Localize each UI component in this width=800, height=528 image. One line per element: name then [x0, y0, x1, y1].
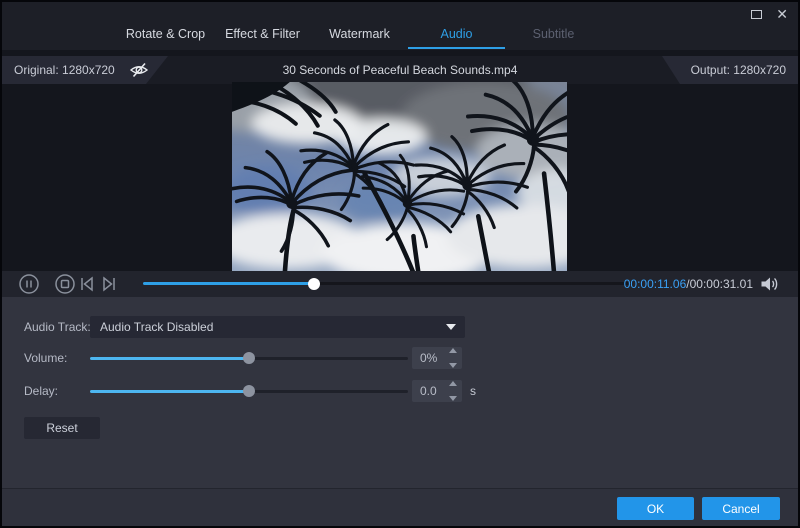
- reset-button[interactable]: Reset: [24, 417, 100, 439]
- output-resolution-panel: Output: 1280x720: [662, 56, 800, 84]
- close-icon[interactable]: ✕: [776, 7, 788, 21]
- player-bar: 00:00:11.06/00:00:31.01: [0, 271, 800, 297]
- cancel-button[interactable]: Cancel: [702, 497, 780, 520]
- delay-slider[interactable]: [90, 390, 408, 393]
- tab-watermark[interactable]: Watermark: [311, 27, 408, 49]
- title-bar: Rotate & Crop Effect & Filter Watermark …: [0, 0, 800, 50]
- spinner-down-icon[interactable]: [449, 363, 457, 368]
- tab-rotate-crop[interactable]: Rotate & Crop: [117, 27, 214, 49]
- tab-audio[interactable]: Audio: [408, 27, 505, 49]
- audio-settings-panel: Audio Track: Audio Track Disabled Volume…: [0, 297, 800, 488]
- window-controls: ✕: [751, 6, 788, 22]
- footer-bar: OK Cancel: [0, 489, 800, 528]
- previous-frame-icon[interactable]: [78, 273, 96, 295]
- delay-slider-thumb[interactable]: [243, 385, 255, 397]
- delay-spinner: [446, 381, 460, 401]
- volume-slider-thumb[interactable]: [243, 352, 255, 364]
- volume-label: Volume:: [24, 347, 67, 369]
- info-bar: 30 Seconds of Peaceful Beach Sounds.mp4 …: [0, 56, 800, 84]
- volume-spinner: [446, 348, 460, 368]
- volume-slider-fill: [90, 357, 249, 360]
- delay-slider-fill: [90, 390, 249, 393]
- spinner-up-icon[interactable]: [449, 381, 457, 386]
- playback-progress-thumb[interactable]: [308, 278, 320, 290]
- time-display: 00:00:11.06/00:00:31.01: [624, 271, 753, 297]
- audio-track-value: Audio Track Disabled: [90, 316, 465, 338]
- current-time: 00:00:11.06: [624, 277, 687, 291]
- original-resolution-label: Original: 1280x720: [14, 56, 115, 84]
- output-resolution-label: Output: 1280x720: [691, 56, 786, 84]
- tab-effect-filter[interactable]: Effect & Filter: [214, 27, 311, 49]
- next-frame-icon[interactable]: [100, 273, 118, 295]
- ok-button[interactable]: OK: [617, 497, 694, 520]
- tab-subtitle[interactable]: Subtitle: [505, 27, 602, 49]
- volume-spinbox: [412, 347, 462, 369]
- delay-label: Delay:: [24, 380, 58, 402]
- preview-zone: 30 Seconds of Peaceful Beach Sounds.mp4 …: [0, 50, 800, 271]
- video-preview: [232, 82, 567, 271]
- delay-input[interactable]: [412, 380, 446, 402]
- volume-input[interactable]: [412, 347, 446, 369]
- eye-off-icon[interactable]: [128, 59, 150, 81]
- delay-unit: s: [470, 380, 476, 402]
- pause-icon[interactable]: [18, 273, 40, 295]
- playback-progress-slider[interactable]: [143, 282, 632, 285]
- stop-icon[interactable]: [54, 273, 76, 295]
- volume-slider[interactable]: [90, 357, 408, 360]
- speaker-icon[interactable]: [758, 273, 780, 295]
- delay-spinbox: [412, 380, 462, 402]
- audio-track-label: Audio Track:: [24, 316, 91, 338]
- spinner-up-icon[interactable]: [449, 348, 457, 353]
- maximize-icon[interactable]: [751, 10, 762, 19]
- total-time: 00:00:31.01: [690, 277, 753, 291]
- spinner-down-icon[interactable]: [449, 396, 457, 401]
- audio-settings-window: Rotate & Crop Effect & Filter Watermark …: [0, 0, 800, 528]
- tab-bar: Rotate & Crop Effect & Filter Watermark …: [117, 27, 602, 49]
- chevron-down-icon: [446, 324, 456, 330]
- audio-track-dropdown[interactable]: Audio Track Disabled: [90, 316, 465, 338]
- playback-progress-fill: [143, 282, 314, 285]
